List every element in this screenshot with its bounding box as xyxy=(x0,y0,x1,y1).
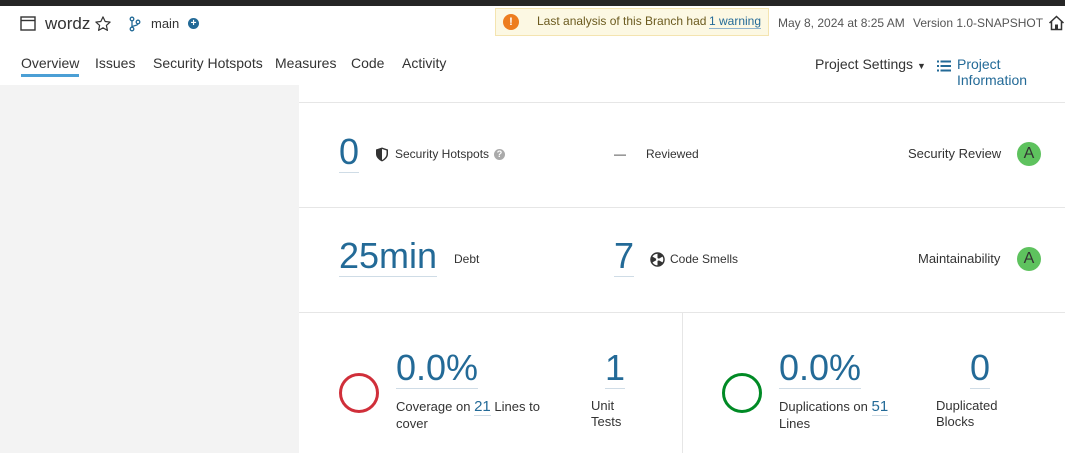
reviewed-value: — xyxy=(614,147,626,161)
project-information-link[interactable]: Project Information xyxy=(957,56,1065,88)
shield-icon xyxy=(375,147,389,167)
duplicated-blocks-label: Duplicated xyxy=(936,398,998,413)
version-label: Version 1.0-SNAPSHOT xyxy=(913,16,1044,30)
project-settings-label: Project Settings xyxy=(815,56,914,72)
reviewed-label: Reviewed xyxy=(646,147,699,161)
project-icon xyxy=(20,16,36,36)
warning-link[interactable]: 1 warning xyxy=(709,14,762,29)
star-icon[interactable] xyxy=(94,15,112,38)
tab-measures[interactable]: Measures xyxy=(275,55,336,71)
security-hotspots-count[interactable]: 0 xyxy=(339,132,360,173)
code-smells-label: Code Smells xyxy=(670,252,739,266)
warning-icon: ! xyxy=(503,14,519,30)
list-icon xyxy=(937,59,951,77)
duplications-label-pre: Duplications on xyxy=(779,399,868,414)
duplicated-blocks-label-2: Blocks xyxy=(936,414,975,429)
unit-tests-label-2: Tests xyxy=(591,414,622,429)
duplications-gauge-icon xyxy=(722,373,762,413)
maintainability-label: Maintainability xyxy=(918,251,1001,266)
analysis-date: May 8, 2024 at 8:25 AM xyxy=(778,16,905,30)
duplications-lines-count[interactable]: 51 xyxy=(871,398,889,416)
debt-label: Debt xyxy=(454,252,480,266)
security-review-rating[interactable]: A xyxy=(1017,142,1041,166)
divider xyxy=(299,207,1065,208)
tab-overview[interactable]: Overview xyxy=(21,55,80,77)
unit-tests-label: Unit xyxy=(591,398,615,413)
debt-value[interactable]: 25min xyxy=(339,236,438,277)
security-review-label: Security Review xyxy=(908,146,1002,161)
divider xyxy=(299,102,1065,103)
coverage-label-cover: cover xyxy=(396,416,428,431)
coverage-value[interactable]: 0.0% xyxy=(396,348,479,389)
tab-security-hotspots[interactable]: Security Hotspots xyxy=(153,55,263,71)
warning-text: Last analysis of this Branch had xyxy=(537,14,707,28)
project-settings-menu[interactable]: Project Settings ▼ xyxy=(815,56,926,72)
help-icon[interactable]: ? xyxy=(494,149,505,160)
coverage-label: Coverage on 21 Lines to xyxy=(396,398,540,416)
code-smells-count[interactable]: 7 xyxy=(614,236,635,277)
coverage-gauge-icon xyxy=(339,373,379,413)
branch-name[interactable]: main xyxy=(151,16,179,31)
left-panel xyxy=(0,85,299,453)
divider xyxy=(682,313,683,453)
project-name[interactable]: wordz xyxy=(45,14,90,34)
home-icon[interactable] xyxy=(1048,15,1065,36)
duplications-label-lines: Lines xyxy=(779,416,811,431)
duplications-value[interactable]: 0.0% xyxy=(779,348,862,389)
duplications-label: Duplications on 51 xyxy=(779,398,889,416)
maintainability-rating[interactable]: A xyxy=(1017,247,1041,271)
unit-tests-count[interactable]: 1 xyxy=(605,348,626,389)
branch-icon xyxy=(129,16,141,37)
add-branch-icon[interactable]: + xyxy=(188,18,199,29)
caret-down-icon: ▼ xyxy=(916,61,926,71)
tab-issues[interactable]: Issues xyxy=(95,55,135,71)
coverage-lines-count[interactable]: 21 xyxy=(474,398,491,416)
security-hotspots-label: Security Hotspots xyxy=(395,147,490,161)
tab-activity[interactable]: Activity xyxy=(402,55,446,71)
coverage-label-post: Lines to xyxy=(494,399,540,414)
code-smells-icon xyxy=(650,252,665,272)
tab-code[interactable]: Code xyxy=(351,55,384,71)
coverage-label-pre: Coverage on xyxy=(396,399,471,414)
duplicated-blocks-count[interactable]: 0 xyxy=(970,348,991,389)
